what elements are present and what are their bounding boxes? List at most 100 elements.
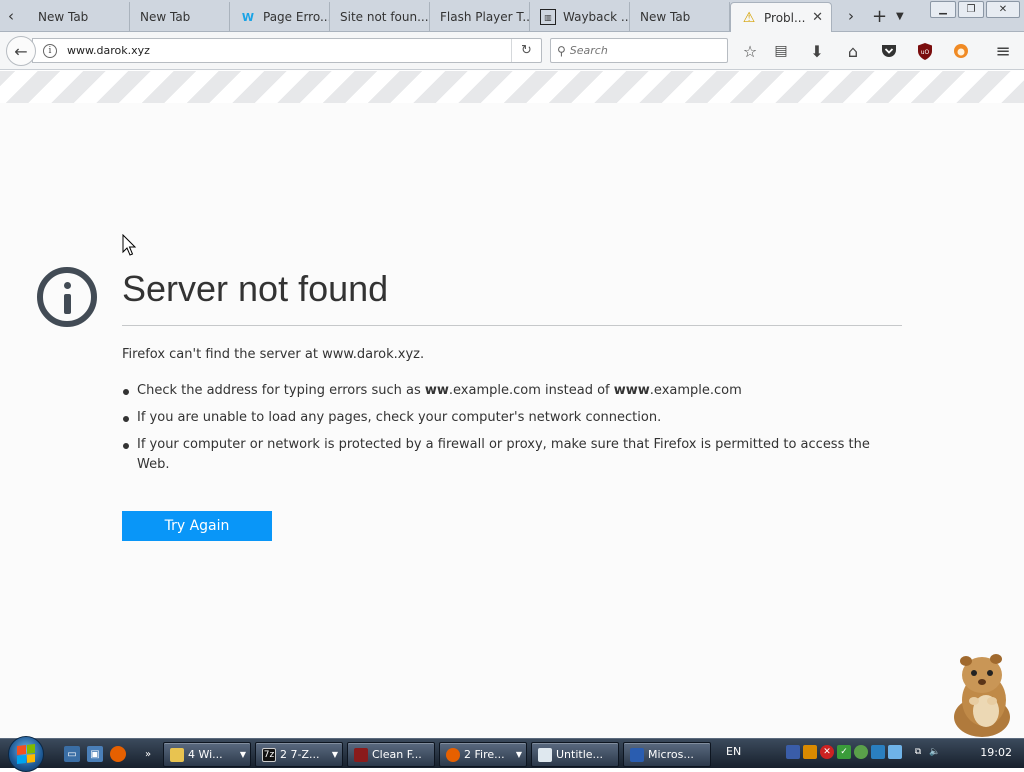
tab-strip: ‹ New Tab New Tab W Page Erro... Site no…	[0, 0, 1024, 33]
taskbar-item-notepad[interactable]: Untitle...	[531, 742, 619, 767]
folder-icon	[170, 747, 184, 762]
task-label: Micros...	[648, 748, 694, 761]
language-indicator[interactable]: EN	[726, 745, 741, 758]
tab-label: Wayback ...	[563, 10, 630, 24]
windows-logo-icon	[17, 744, 35, 764]
system-tray: ✕ ✓ ⧉ 🔈	[786, 745, 945, 759]
addon-fox-icon[interactable]	[950, 41, 972, 61]
url-bar[interactable]: i www.darok.xyz ↻	[32, 38, 542, 63]
bookmarks-menu-icon[interactable]: ▤	[770, 41, 792, 61]
error-page: Server not found Firefox can't find the …	[0, 103, 1024, 738]
app-icon	[354, 747, 368, 762]
switch-windows-icon[interactable]: ▣	[87, 746, 103, 762]
tab-list-dropdown-icon[interactable]: ▼	[896, 2, 904, 30]
task-label: Clean F...	[372, 748, 422, 761]
tray-blocked-icon[interactable]: ✕	[820, 745, 834, 759]
reload-icon[interactable]: ↻	[511, 39, 541, 62]
hamburger-menu-icon[interactable]: ≡	[992, 41, 1014, 62]
tab-new-tab-2[interactable]: New Tab	[130, 2, 230, 32]
bullet-text: .example.com	[649, 383, 742, 398]
bookmark-star-icon[interactable]: ☆	[739, 41, 761, 61]
taskbar-item-7zip[interactable]: 7z 2 7-Z... ▼	[255, 742, 343, 767]
clock[interactable]: 19:02	[980, 746, 1012, 759]
volume-icon[interactable]: 🔈	[928, 745, 942, 759]
tray-monitor-icon[interactable]	[871, 745, 885, 759]
bullet-text: If you are unable to load any pages, che…	[137, 410, 662, 425]
info-icon	[37, 267, 97, 327]
site-info-icon[interactable]: i	[43, 43, 57, 58]
taskbar-item-movie-maker[interactable]: Micros...	[623, 742, 711, 767]
hamster-mascot-image	[954, 654, 1010, 737]
tab-problem-active[interactable]: ⚠ Probl... ✕	[730, 2, 832, 33]
tab-scroll-left-icon[interactable]: ‹	[0, 2, 22, 30]
network-icon[interactable]: ⧉	[911, 745, 925, 759]
taskbar-item-firefox[interactable]: 2 Fire... ▼	[439, 742, 527, 767]
archive-icon: ▥	[540, 9, 556, 25]
tray-app-icon[interactable]	[888, 745, 902, 759]
search-bar[interactable]: ⚲	[550, 38, 728, 63]
list-item: If your computer or network is protected…	[122, 435, 902, 475]
task-label: 4 Wi...	[188, 748, 223, 761]
search-input[interactable]	[569, 44, 710, 57]
page-title: Server not found	[122, 268, 389, 309]
tray-network-app-icon[interactable]	[786, 745, 800, 759]
mouse-cursor-icon	[122, 234, 137, 256]
tray-warning-icon[interactable]	[803, 745, 817, 759]
svg-text:uO: uO	[921, 49, 930, 56]
tray-user-icon[interactable]	[854, 745, 868, 759]
minimize-icon[interactable]: ▁	[930, 1, 956, 18]
tab-site-not-found[interactable]: Site not foun...	[330, 2, 430, 32]
tab-new-tab-3[interactable]: New Tab	[630, 2, 730, 32]
new-tab-plus-icon[interactable]: +	[872, 2, 887, 30]
search-icon: ⚲	[557, 43, 566, 58]
taskbar-item-clean[interactable]: Clean F...	[347, 742, 435, 767]
chevron-down-icon: ▼	[239, 750, 246, 759]
tab-page-error[interactable]: W Page Erro...	[230, 2, 330, 32]
tab-new-tab-1[interactable]: New Tab	[28, 2, 130, 32]
bullet-text: Check the address for typing errors such…	[137, 383, 425, 398]
task-label: 2 7-Z...	[280, 748, 320, 761]
firefox-icon	[446, 747, 460, 762]
url-text[interactable]: www.darok.xyz	[67, 44, 511, 57]
chevron-down-icon: ▼	[331, 750, 338, 759]
bullet-bold: ww	[424, 383, 449, 398]
tab-label: Probl...	[764, 11, 806, 25]
title-divider	[122, 325, 902, 326]
start-button[interactable]	[8, 736, 44, 772]
taskbar: ▭ ▣ » 4 Wi... ▼ 7z 2 7-Z... ▼ Clean F...…	[0, 736, 1024, 772]
movie-maker-icon	[630, 747, 644, 762]
task-label: Untitle...	[556, 748, 604, 761]
tab-scroll-right-icon[interactable]: ›	[848, 2, 854, 30]
chevron-down-icon: ▼	[515, 750, 522, 759]
downloads-icon[interactable]: ⬇	[806, 41, 828, 61]
tab-label: New Tab	[640, 10, 691, 24]
suggestion-list: Check the address for typing errors such…	[122, 381, 902, 482]
back-arrow-icon: ←	[14, 41, 28, 61]
bullet-bold: www	[613, 383, 650, 398]
firefox-quicklaunch-icon[interactable]	[110, 746, 126, 762]
home-icon[interactable]: ⌂	[842, 41, 864, 61]
restore-icon[interactable]: ❐	[958, 1, 984, 18]
tab-flash-player[interactable]: Flash Player T...	[430, 2, 530, 32]
error-description: Firefox can't find the server at www.dar…	[122, 347, 425, 362]
pocket-icon[interactable]	[878, 41, 900, 61]
bullet-text: .example.com instead of	[448, 383, 614, 398]
back-button[interactable]: ←	[6, 36, 36, 66]
list-item: Check the address for typing errors such…	[122, 381, 902, 401]
tray-check-icon[interactable]: ✓	[837, 745, 851, 759]
task-label: 2 Fire...	[464, 748, 505, 761]
taskbar-item-explorer[interactable]: 4 Wi... ▼	[163, 742, 251, 767]
try-again-button[interactable]: Try Again	[122, 511, 272, 541]
window-close-icon[interactable]: ✕	[986, 1, 1020, 18]
close-icon[interactable]: ✕	[812, 10, 823, 25]
tab-label: New Tab	[140, 10, 191, 24]
warning-icon: ⚠	[742, 10, 756, 26]
tab-wayback[interactable]: ▥ Wayback ...	[530, 2, 630, 32]
show-desktop-icon[interactable]: ▭	[64, 746, 80, 762]
quicklaunch-overflow-icon[interactable]: »	[140, 746, 156, 762]
window-controls: ▁ ❐ ✕	[928, 1, 1020, 18]
ublock-icon[interactable]: uO	[914, 41, 936, 61]
tab-label: Site not foun...	[340, 10, 429, 24]
bullet-text: If your computer or network is protected…	[137, 437, 870, 472]
tab-label: Page Erro...	[263, 10, 330, 24]
